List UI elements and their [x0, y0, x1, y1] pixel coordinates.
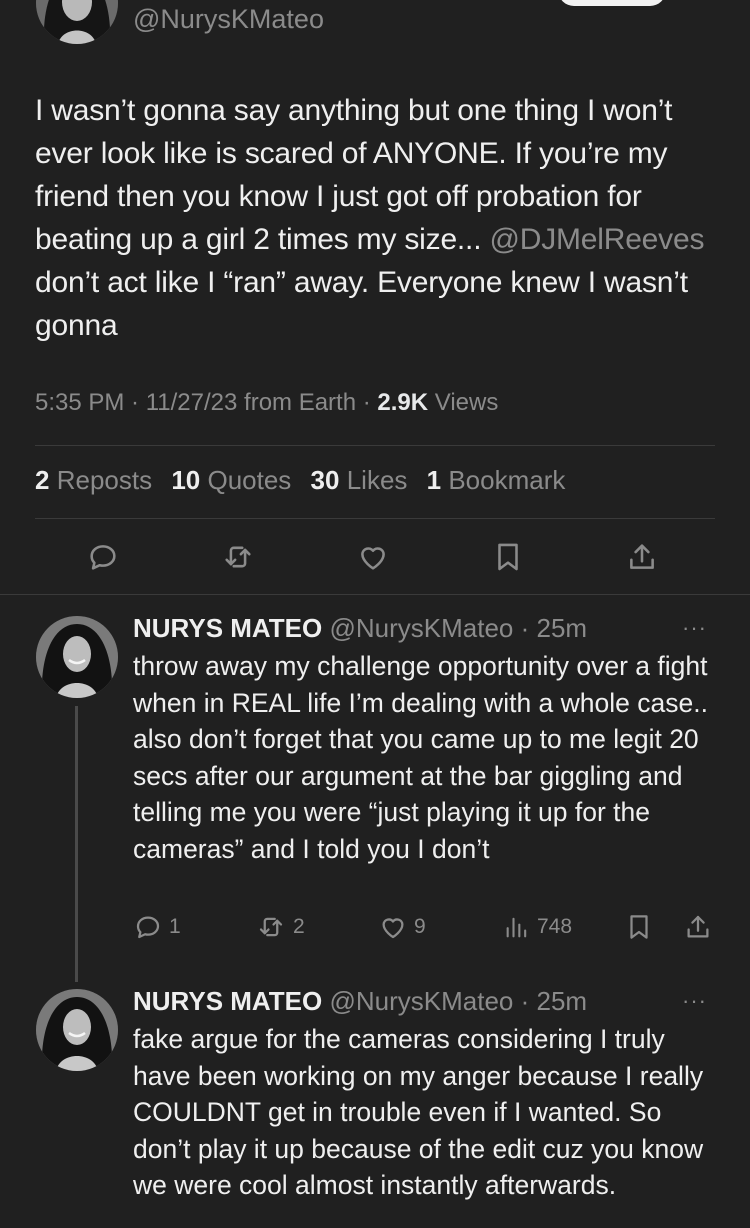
like-button[interactable]: 9: [378, 912, 426, 942]
engagement-stats: 2 Reposts 10 Quotes 30 Likes 1 Bookmark: [35, 465, 577, 496]
bookmark-icon: [630, 915, 648, 939]
reply-time[interactable]: · 25m: [521, 613, 587, 643]
likes-stat[interactable]: 30 Likes: [311, 465, 408, 495]
divider: [35, 445, 715, 446]
avatar[interactable]: [36, 989, 118, 1071]
tweet-date[interactable]: 11/27/23: [146, 389, 238, 416]
tweet-source: from Earth: [244, 389, 357, 416]
share-icon: [630, 544, 654, 569]
thread-line: [75, 706, 78, 982]
mention-link[interactable]: @DJMelReeves: [489, 223, 704, 256]
share-button[interactable]: [625, 540, 659, 574]
views-count: 748: [537, 915, 573, 938]
views-count: 2.9K: [377, 389, 429, 416]
tweet-text-part: don’t act like I “ran” away. Everyone kn…: [35, 266, 688, 342]
reply-tweet[interactable]: NURYS MATEO @NurysKMateo · 25m ··· throw…: [0, 594, 750, 984]
reply-tweet[interactable]: NURYS MATEO @NurysKMateo · 25m ··· fake …: [0, 967, 750, 1228]
reposts-stat[interactable]: 2 Reposts: [35, 465, 152, 495]
separator: ·: [356, 389, 378, 416]
tweet-meta: 5:35 PM · 11/27/23 from Earth · 2.9K Vie…: [35, 389, 498, 417]
views-label: Views: [434, 389, 499, 416]
divider: [35, 518, 715, 519]
views-button[interactable]: 748: [503, 912, 572, 942]
like-icon: [361, 547, 385, 570]
reply-header: NURYS MATEO @NurysKMateo · 25m: [133, 613, 587, 644]
reply-button[interactable]: [86, 540, 120, 574]
bookmarks-stat[interactable]: 1 Bookmark: [427, 465, 566, 495]
author-handle[interactable]: @NurysKMateo: [329, 986, 513, 1016]
reply-icon: [136, 916, 160, 939]
more-options-icon[interactable]: ···: [682, 988, 707, 1014]
more-options-icon[interactable]: ···: [682, 615, 707, 641]
bookmark-button[interactable]: [491, 540, 525, 574]
reply-time[interactable]: · 25m: [521, 986, 587, 1016]
avatar[interactable]: [36, 0, 118, 44]
reply-count: 1: [169, 915, 181, 938]
share-button[interactable]: [683, 912, 713, 942]
follow-button[interactable]: [558, 0, 666, 6]
author-name[interactable]: NURYS MATEO: [133, 986, 322, 1016]
like-icon: [382, 918, 404, 939]
author-handle[interactable]: @NurysKMateo: [133, 4, 324, 35]
quotes-stat[interactable]: 10 Quotes: [171, 465, 291, 495]
reply-text: throw away my challenge opportunity over…: [133, 651, 708, 864]
bookmark-button[interactable]: [624, 912, 654, 942]
like-count: 9: [414, 915, 426, 938]
author-name[interactable]: NURYS MATEO: [133, 613, 322, 643]
repost-count: 2: [293, 915, 305, 938]
views-icon: [506, 917, 527, 938]
reply-icon: [90, 545, 116, 570]
repost-button[interactable]: [220, 540, 256, 574]
tweet-time[interactable]: 5:35 PM: [35, 389, 124, 416]
bookmark-icon: [498, 543, 518, 571]
repost-icon: [225, 546, 251, 568]
repost-icon: [259, 917, 283, 937]
reply-text: fake argue for the cameras considering I…: [133, 1024, 704, 1200]
separator: ·: [124, 389, 146, 416]
repost-button[interactable]: 2: [255, 912, 305, 942]
reply-button[interactable]: 1: [133, 912, 181, 942]
like-button[interactable]: [356, 540, 390, 574]
reply-header: NURYS MATEO @NurysKMateo · 25m: [133, 986, 587, 1017]
share-icon: [687, 915, 709, 938]
tweet-text: I wasn’t gonna say anything but one thin…: [35, 89, 725, 347]
avatar[interactable]: [36, 616, 118, 698]
author-handle[interactable]: @NurysKMateo: [329, 613, 513, 643]
